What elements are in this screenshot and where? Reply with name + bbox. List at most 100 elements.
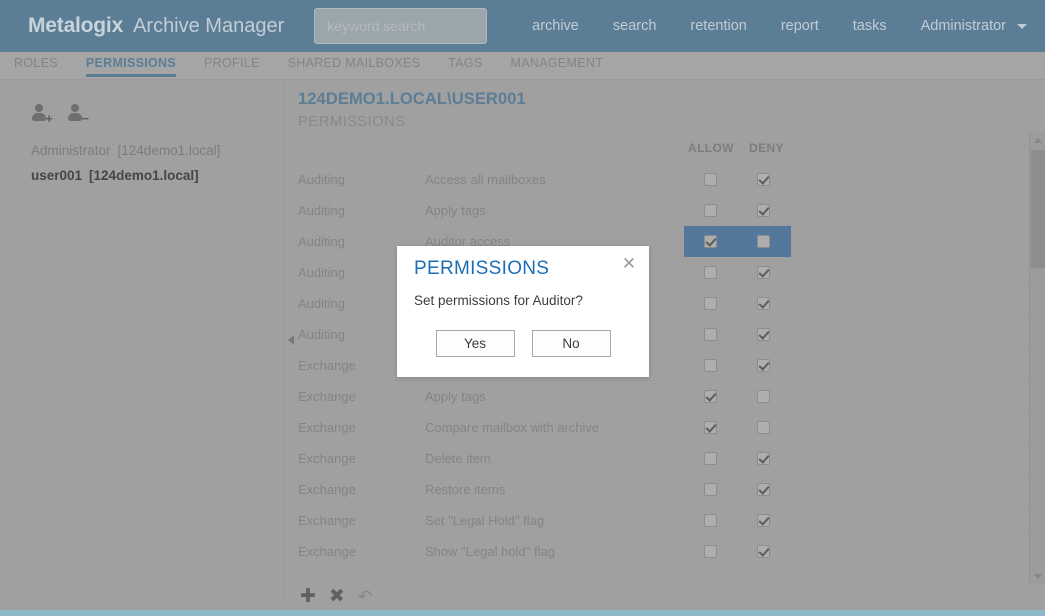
- tab-permissions[interactable]: PERMISSIONS: [85, 52, 177, 77]
- product-name: Archive Manager: [133, 15, 285, 37]
- deny-checkbox[interactable]: [757, 297, 770, 310]
- row-checkbox-group: [684, 319, 791, 350]
- tab-management[interactable]: MANAGEMENT: [511, 52, 604, 77]
- cell-allow: [684, 328, 737, 341]
- close-icon[interactable]: ✕: [619, 254, 639, 274]
- row-category: Exchange: [298, 543, 356, 559]
- row-category: Exchange: [298, 450, 356, 466]
- sidebar-item-user001[interactable]: user001 [124demo1.local]: [31, 163, 284, 188]
- deny-checkbox[interactable]: [757, 514, 770, 527]
- allow-checkbox[interactable]: [704, 483, 717, 496]
- dialog-buttons: Yes No: [397, 330, 649, 357]
- cell-allow: [684, 297, 737, 310]
- undo-icon[interactable]: ↶: [358, 588, 372, 605]
- table-row[interactable]: Auditing Access all mailboxes: [286, 164, 1031, 195]
- row-category: Auditing: [298, 233, 345, 249]
- allow-checkbox[interactable]: [704, 173, 717, 186]
- brand-logo: Metalogix Archive Manager: [28, 14, 284, 38]
- cell-deny: [737, 297, 790, 310]
- sidebar: + − Administrator [124demo1.local] user00…: [0, 81, 285, 605]
- tab-roles[interactable]: ROLES: [14, 52, 58, 77]
- tab-tags[interactable]: TAGS: [448, 52, 482, 77]
- nav-item-archive[interactable]: archive: [532, 18, 579, 34]
- allow-checkbox[interactable]: [704, 390, 717, 403]
- row-checkbox-group: [684, 536, 791, 564]
- add-permission-icon[interactable]: ✚: [300, 587, 316, 606]
- deny-checkbox[interactable]: [757, 359, 770, 372]
- nav-item-retention[interactable]: retention: [690, 18, 746, 34]
- scroll-down-arrow[interactable]: [1030, 569, 1045, 583]
- tab-shared-mailboxes[interactable]: SHARED MAILBOXES: [288, 52, 421, 77]
- allow-checkbox[interactable]: [704, 359, 717, 372]
- row-checkbox-group: [684, 288, 791, 319]
- deny-checkbox[interactable]: [757, 452, 770, 465]
- table-row[interactable]: Exchange Apply tags: [286, 381, 1031, 412]
- nav-item-tasks[interactable]: tasks: [853, 18, 887, 34]
- user-menu[interactable]: Administrator: [921, 18, 1006, 34]
- deny-checkbox[interactable]: [757, 235, 770, 248]
- allow-checkbox[interactable]: [704, 545, 717, 558]
- row-category: Exchange: [298, 419, 356, 435]
- sidebar-item-domain: [124demo1.local]: [89, 168, 199, 183]
- sidebar-user-list: Administrator [124demo1.local] user001 [12…: [0, 124, 284, 188]
- row-checkbox-group: [684, 164, 791, 195]
- deny-checkbox[interactable]: [757, 173, 770, 186]
- deny-checkbox[interactable]: [757, 204, 770, 217]
- table-row[interactable]: Exchange Compare mailbox with archive: [286, 412, 1031, 443]
- keyword-search-box[interactable]: [314, 8, 488, 44]
- allow-checkbox[interactable]: [704, 514, 717, 527]
- dialog-message: Set permissions for Auditor?: [414, 293, 583, 308]
- triangle-up-icon: [1034, 138, 1042, 143]
- cell-deny: [737, 359, 790, 372]
- table-row[interactable]: Exchange Restore items: [286, 474, 1031, 505]
- table-row[interactable]: Exchange Set "Legal Hold" flag: [286, 505, 1031, 536]
- row-checkbox-group: [684, 474, 791, 505]
- row-checkbox-group: [684, 412, 791, 443]
- row-category: Auditing: [298, 264, 345, 280]
- deny-checkbox[interactable]: [757, 390, 770, 403]
- delete-permission-icon[interactable]: ✖: [329, 587, 345, 606]
- deny-checkbox[interactable]: [757, 421, 770, 434]
- table-row[interactable]: Auditing Apply tags: [286, 195, 1031, 226]
- deny-checkbox[interactable]: [757, 483, 770, 496]
- row-category: Auditing: [298, 202, 345, 218]
- page-subtitle: PERMISSIONS: [298, 113, 406, 130]
- table-row[interactable]: Exchange Delete item: [286, 443, 1031, 474]
- cell-allow: [684, 390, 737, 403]
- allow-checkbox[interactable]: [704, 235, 717, 248]
- allow-checkbox[interactable]: [704, 421, 717, 434]
- allow-checkbox[interactable]: [704, 204, 717, 217]
- deny-checkbox[interactable]: [757, 545, 770, 558]
- allow-checkbox[interactable]: [704, 328, 717, 341]
- cell-allow: [684, 421, 737, 434]
- allow-checkbox[interactable]: [704, 297, 717, 310]
- cell-allow: [684, 204, 737, 217]
- add-user-plus-sign: +: [45, 111, 53, 126]
- tab-profile[interactable]: PROFILE: [204, 52, 260, 77]
- no-button[interactable]: No: [531, 330, 611, 357]
- row-category: Exchange: [298, 357, 356, 373]
- nav-item-report[interactable]: report: [781, 18, 819, 34]
- scroll-up-arrow[interactable]: [1030, 133, 1045, 147]
- deny-checkbox[interactable]: [757, 266, 770, 279]
- add-user-icon[interactable]: +: [31, 104, 53, 126]
- vertical-scrollbar[interactable]: [1029, 133, 1045, 583]
- deny-checkbox[interactable]: [757, 328, 770, 341]
- cell-deny: [737, 328, 790, 341]
- search-input[interactable]: [327, 18, 475, 34]
- row-checkbox-group: [684, 226, 791, 257]
- remove-user-icon[interactable]: −: [67, 104, 89, 125]
- scrollbar-thumb[interactable]: [1031, 150, 1045, 268]
- table-row[interactable]: Exchange Show "Legal hold" flag: [286, 536, 1031, 564]
- row-checkbox-group: [684, 350, 791, 381]
- yes-button[interactable]: Yes: [435, 330, 515, 357]
- chevron-down-icon[interactable]: [1017, 23, 1027, 29]
- cell-deny: [737, 390, 790, 403]
- row-category: Exchange: [298, 512, 356, 528]
- cell-deny: [737, 173, 790, 186]
- sidebar-item-domain: [124demo1.local]: [117, 143, 221, 158]
- allow-checkbox[interactable]: [704, 266, 717, 279]
- allow-checkbox[interactable]: [704, 452, 717, 465]
- nav-item-search[interactable]: search: [613, 18, 657, 34]
- sidebar-item-administrator[interactable]: Administrator [124demo1.local]: [31, 138, 284, 163]
